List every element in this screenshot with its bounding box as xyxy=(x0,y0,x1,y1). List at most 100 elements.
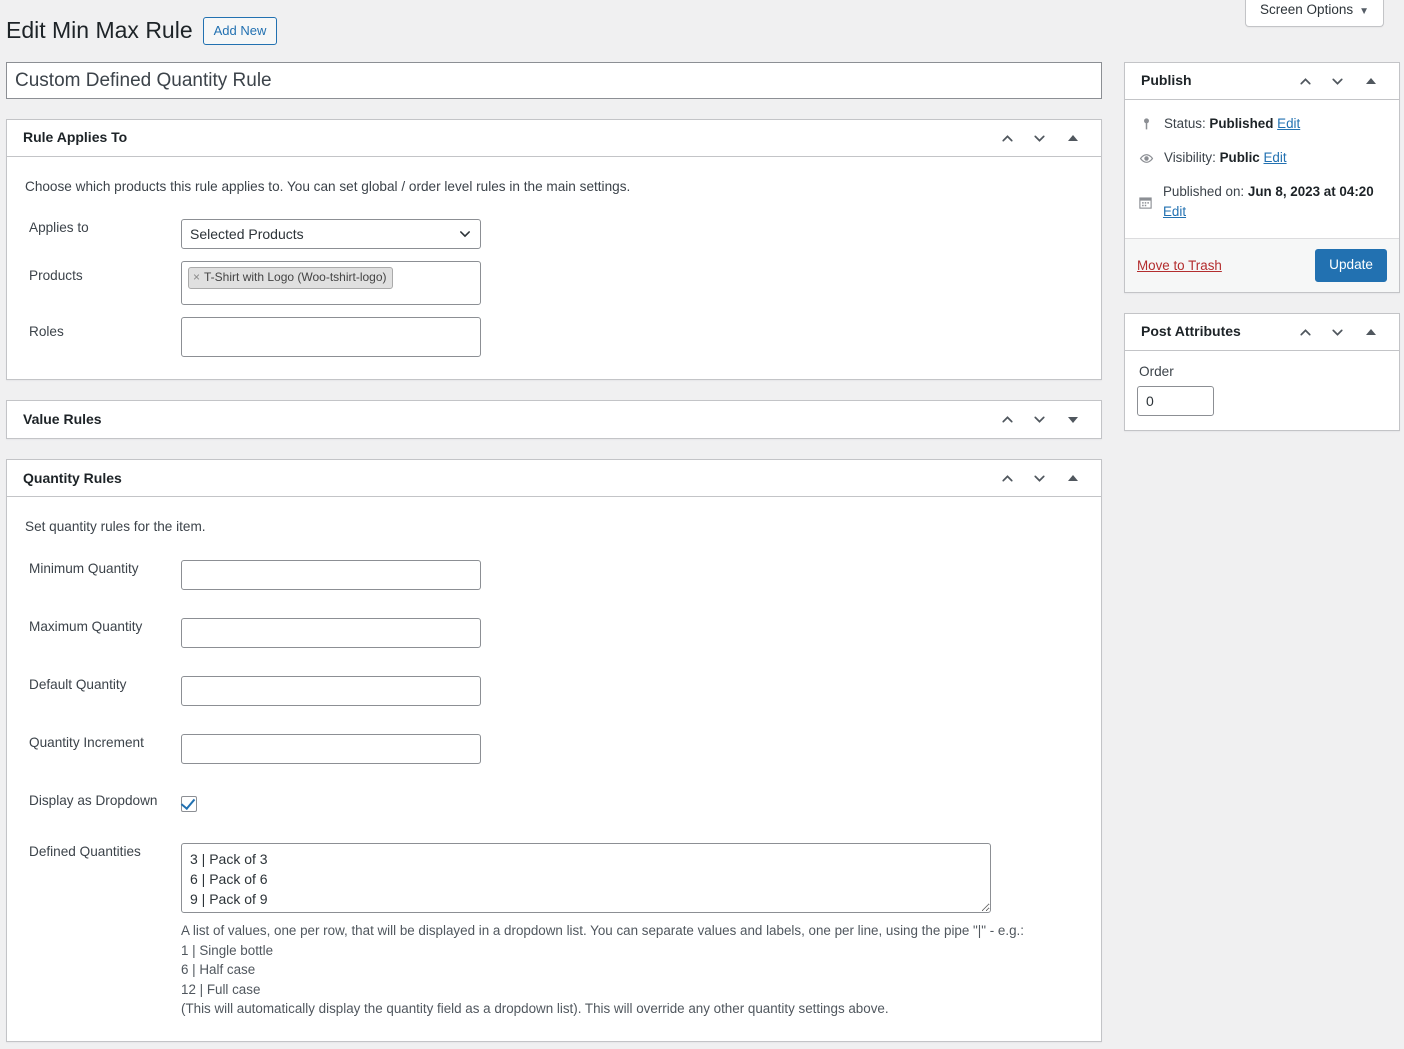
roles-token-field[interactable] xyxy=(181,317,481,358)
panel-title-publish: Publish xyxy=(1141,72,1192,89)
display-as-dropdown-label: Display as Dropdown xyxy=(29,792,158,808)
publish-status-text: Status: Published Edit xyxy=(1164,114,1300,134)
panel-header-rule-applies-to: Rule Applies To xyxy=(7,120,1101,157)
move-down-button[interactable] xyxy=(1025,123,1053,153)
move-up-button[interactable] xyxy=(993,463,1021,493)
move-down-button[interactable] xyxy=(1025,463,1053,493)
panel-title-value-rules: Value Rules xyxy=(23,411,102,428)
quantity-increment-label: Quantity Increment xyxy=(29,734,144,750)
screen-options-button[interactable]: Screen Options ▼ xyxy=(1245,0,1384,28)
panel-header-publish: Publish xyxy=(1125,63,1399,100)
edit-status-link[interactable]: Edit xyxy=(1277,116,1300,131)
panel-body-quantity-rules: Set quantity rules for the item. Minimum… xyxy=(7,497,1101,1041)
rule-title-input[interactable] xyxy=(6,62,1102,99)
publish-date-row: Published on: Jun 8, 2023 at 04:20 Edit xyxy=(1125,175,1399,229)
panel-handle-actions xyxy=(993,463,1089,493)
applies-to-label: Applies to xyxy=(29,220,89,236)
panel-body-publish: Status: Published Edit Visibility: Publi… xyxy=(1125,100,1399,238)
visibility-label: Visibility: xyxy=(1164,150,1216,166)
product-token-label: T-Shirt with Logo (Woo-tshirt-logo) xyxy=(204,270,387,285)
move-up-button[interactable] xyxy=(993,405,1021,435)
move-up-button[interactable] xyxy=(1291,317,1319,347)
panel-toggle-button[interactable] xyxy=(1355,66,1387,96)
triangle-up-icon xyxy=(1068,475,1078,482)
calendar-icon xyxy=(1137,195,1154,210)
form-row-minimum-quantity: Minimum Quantity xyxy=(23,538,1085,596)
update-button[interactable]: Update xyxy=(1315,249,1387,283)
chevron-down-icon xyxy=(1033,416,1045,424)
sidebar-column: Publish Status: Published Edit Visibilit… xyxy=(1124,62,1400,451)
maximum-quantity-input[interactable] xyxy=(181,617,481,648)
move-up-button[interactable] xyxy=(1291,66,1319,96)
published-on-label: Published on: xyxy=(1162,184,1245,200)
panel-value-rules: Value Rules xyxy=(6,400,1102,440)
panel-body-post-attributes: Order xyxy=(1125,351,1399,430)
form-row-default-quantity: Default Quantity xyxy=(23,654,1085,712)
default-quantity-label: Default Quantity xyxy=(29,676,127,692)
move-to-trash-link[interactable]: Move to Trash xyxy=(1137,258,1222,273)
product-token[interactable]: × T-Shirt with Logo (Woo-tshirt-logo) xyxy=(188,267,393,290)
publish-date-text: Published on: Jun 8, 2023 at 04:20 Edit xyxy=(1163,182,1387,222)
panel-toggle-button[interactable] xyxy=(1355,317,1387,347)
panel-rule-applies-to: Rule Applies To Choose which products th… xyxy=(6,119,1102,381)
remove-token-icon[interactable]: × xyxy=(193,269,200,286)
defined-quantities-label: Defined Quantities xyxy=(29,844,141,860)
order-input[interactable] xyxy=(1137,386,1214,417)
chevron-down-icon xyxy=(1033,135,1045,142)
help-line: (This will automatically display the qua… xyxy=(181,1001,889,1017)
panel-toggle-button[interactable] xyxy=(1057,405,1089,435)
panel-body-rule-applies-to: Choose which products this rule applies … xyxy=(7,157,1101,379)
panel-handle-actions xyxy=(1291,317,1387,347)
add-new-button[interactable]: Add New xyxy=(202,16,278,46)
quantity-increment-input[interactable] xyxy=(181,733,481,764)
default-quantity-input[interactable] xyxy=(181,675,481,706)
eye-icon xyxy=(1137,150,1155,167)
form-row-roles: Roles xyxy=(23,311,1085,363)
panel-handle-actions xyxy=(993,405,1089,435)
panel-quantity-rules: Quantity Rules Set quantity rules for th… xyxy=(6,459,1102,1042)
products-label: Products xyxy=(29,268,83,284)
screen-meta-links: Screen Options ▼ xyxy=(1245,0,1384,28)
products-token-field[interactable]: × T-Shirt with Logo (Woo-tshirt-logo) xyxy=(181,261,481,306)
form-row-products: Products × T-Shirt with Logo (Woo-tshirt… xyxy=(23,255,1085,311)
triangle-up-icon xyxy=(1366,329,1376,336)
triangle-up-icon xyxy=(1366,78,1376,84)
publish-visibility-text: Visibility: Public Edit xyxy=(1164,148,1287,168)
panel-post-attributes: Post Attributes Order 0 xyxy=(1124,313,1400,432)
move-down-button[interactable] xyxy=(1323,66,1351,96)
form-row-display-as-dropdown: Display as Dropdown xyxy=(23,770,1085,822)
applies-to-select-wrap: Selected Products xyxy=(181,219,481,250)
edit-date-link[interactable]: Edit xyxy=(1163,204,1186,219)
publish-status-row: Status: Published Edit xyxy=(1125,107,1399,141)
help-line: 6 | Half case xyxy=(181,962,256,978)
maximum-quantity-label: Maximum Quantity xyxy=(29,618,143,634)
publishing-actions: Move to Trash Update xyxy=(1125,238,1399,293)
defined-quantities-textarea[interactable]: 3 | Pack of 3 6 | Pack of 6 9 | Pack of … xyxy=(181,843,991,914)
quantity-rules-form: Minimum Quantity Maximum Quantity Defaul… xyxy=(23,538,1085,1025)
help-line: 12 | Full case xyxy=(181,981,261,997)
minimum-quantity-input[interactable] xyxy=(181,559,481,590)
triangle-down-icon xyxy=(1068,416,1078,423)
panel-header-quantity-rules: Quantity Rules xyxy=(7,460,1101,498)
screen-options-label: Screen Options xyxy=(1260,2,1354,17)
chevron-down-icon xyxy=(1331,329,1343,336)
page-title-wrap: Edit Min Max Rule Add New xyxy=(6,16,278,46)
panel-title-rule-applies-to: Rule Applies To xyxy=(23,129,128,146)
panel-toggle-button[interactable] xyxy=(1057,463,1089,493)
move-up-button[interactable] xyxy=(993,123,1021,153)
chevron-up-icon xyxy=(1001,134,1013,141)
rule-applies-to-form: Applies to Selected Products Products × … xyxy=(23,197,1085,363)
edit-visibility-link[interactable]: Edit xyxy=(1264,150,1287,165)
help-line: A list of values, one per row, that will… xyxy=(181,923,1024,939)
quantity-rules-description: Set quantity rules for the item. xyxy=(25,519,206,535)
panel-header-post-attributes: Post Attributes xyxy=(1125,314,1399,352)
move-down-button[interactable] xyxy=(1025,405,1053,435)
move-down-button[interactable] xyxy=(1323,317,1351,347)
visibility-value: Public xyxy=(1219,150,1260,166)
display-as-dropdown-checkbox[interactable] xyxy=(181,795,197,812)
panel-toggle-button[interactable] xyxy=(1057,123,1089,153)
applies-to-select[interactable]: Selected Products xyxy=(181,219,481,250)
page-title: Edit Min Max Rule xyxy=(6,17,193,43)
minimum-quantity-label: Minimum Quantity xyxy=(29,560,139,576)
status-value: Published xyxy=(1209,116,1274,131)
